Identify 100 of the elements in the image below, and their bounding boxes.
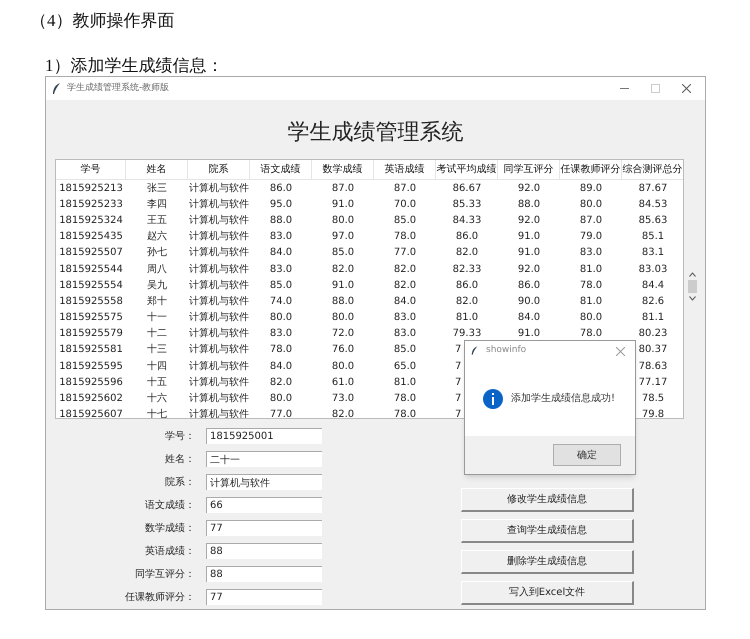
field-label: 姓名： bbox=[164, 452, 195, 466]
column-header[interactable]: 任课教师评分 bbox=[560, 162, 620, 177]
column-header[interactable]: 姓名 bbox=[146, 162, 166, 177]
table-cell-text: 81.0 bbox=[580, 294, 602, 309]
action-button[interactable]: 查询学生成绩信息 bbox=[461, 519, 634, 543]
table-cell-text: 78.0 bbox=[580, 278, 602, 293]
table-cell-text: 王五 bbox=[147, 214, 167, 228]
table-cell-text: 1815925558 bbox=[59, 294, 123, 309]
column-header[interactable]: 同学互评分 bbox=[504, 162, 554, 177]
table-cell-text: 赵六 bbox=[147, 230, 167, 244]
table-cell-text: 7 bbox=[455, 376, 462, 390]
input-field[interactable]: 88 bbox=[206, 543, 322, 559]
table-cell-text: 78.0 bbox=[394, 408, 416, 418]
table-cell-text: 97.0 bbox=[332, 230, 354, 244]
scrollbar-thumb[interactable] bbox=[688, 280, 696, 293]
input-field[interactable]: 66 bbox=[206, 497, 322, 513]
table-cell-text: 77.17 bbox=[638, 376, 668, 390]
maximize-icon[interactable] bbox=[651, 84, 660, 93]
table-cell-text: 计算机与软件 bbox=[189, 294, 249, 309]
input-field[interactable]: 77 bbox=[206, 589, 322, 605]
table-cell-text: 80.0 bbox=[332, 311, 354, 326]
table-cell-text: 十五 bbox=[147, 376, 167, 390]
table-cell-text: 80.0 bbox=[580, 198, 602, 212]
table-cell-text: 91.0 bbox=[518, 327, 540, 342]
table-cell-text: 80.37 bbox=[638, 343, 668, 358]
table-cell-text: 86.0 bbox=[518, 278, 540, 293]
table-cell-text: 计算机与软件 bbox=[189, 392, 249, 406]
table-cell-text: 1815925581 bbox=[59, 343, 123, 358]
field-label: 英语成绩： bbox=[144, 544, 195, 558]
ok-button[interactable]: 确定 bbox=[553, 444, 621, 466]
table-cell-text: 82.0 bbox=[394, 262, 416, 277]
table-cell-text: 1815925435 bbox=[59, 230, 123, 244]
column-header[interactable]: 学号 bbox=[80, 162, 100, 177]
input-field[interactable]: 二十一 bbox=[206, 451, 322, 467]
table-cell-text: 80.0 bbox=[270, 392, 292, 406]
feather-icon bbox=[471, 346, 478, 356]
input-field[interactable]: 1815925001 bbox=[206, 428, 322, 444]
table-cell-text: 82.0 bbox=[270, 376, 292, 390]
column-header[interactable]: 数学成绩 bbox=[322, 162, 362, 177]
table-cell-text: 孙七 bbox=[147, 246, 167, 260]
table-cell-text: 计算机与软件 bbox=[189, 326, 249, 342]
close-icon[interactable] bbox=[682, 84, 691, 93]
table-cell-text: 78.5 bbox=[642, 392, 664, 406]
table-cell-text: 计算机与软件 bbox=[189, 278, 249, 293]
table-cell-text: 1815925595 bbox=[59, 360, 123, 374]
table-cell-text: 80.0 bbox=[580, 311, 602, 326]
table-cell-text: 1815925213 bbox=[59, 182, 123, 196]
scroll-up-icon[interactable] bbox=[688, 272, 696, 277]
table-cell-text: 84.0 bbox=[518, 311, 540, 326]
table-cell-text: 85.33 bbox=[452, 198, 482, 212]
dialog-title: showinfo bbox=[486, 344, 526, 358]
table-cell-text: 85.0 bbox=[394, 214, 416, 228]
table-cell-text: 82.0 bbox=[456, 246, 478, 260]
column-header[interactable]: 英语成绩 bbox=[384, 162, 424, 177]
table-cell-text: 计算机与软件 bbox=[189, 198, 249, 212]
window-title: 学生成绩管理系统-教师版 bbox=[67, 82, 170, 95]
input-field[interactable]: 计算机与软件 bbox=[206, 474, 322, 490]
table-cell-text: 82.0 bbox=[332, 408, 354, 418]
table-cell-text: 吴九 bbox=[147, 278, 167, 293]
column-header[interactable]: 院系 bbox=[208, 162, 228, 177]
table-cell-text: 82.0 bbox=[332, 262, 354, 277]
table-cell-text: 1815925554 bbox=[59, 278, 123, 293]
input-field[interactable]: 77 bbox=[206, 520, 322, 536]
scroll-down-icon[interactable] bbox=[688, 296, 696, 301]
table-cell-text: 84.0 bbox=[270, 360, 292, 374]
table-cell-text: 76.0 bbox=[332, 343, 354, 358]
table-cell-text: 77.0 bbox=[270, 408, 292, 418]
table-cell-text: 88.0 bbox=[332, 294, 354, 309]
column-header[interactable]: 考试平均成绩 bbox=[436, 162, 496, 177]
table-cell-text: 86.0 bbox=[456, 230, 478, 244]
action-button[interactable]: 修改学生成绩信息 bbox=[461, 488, 634, 512]
table-cell-text: 86.0 bbox=[270, 182, 292, 196]
info-icon bbox=[483, 388, 503, 408]
column-header[interactable]: 综合测评总分 bbox=[622, 162, 682, 177]
table-cell-text: 78.0 bbox=[580, 327, 602, 342]
app-heading: 学生成绩管理系统 bbox=[288, 118, 464, 146]
action-button[interactable]: 写入到Excel文件 bbox=[461, 581, 634, 605]
table-cell-text: 计算机与软件 bbox=[189, 310, 249, 326]
field-label: 同学互评分： bbox=[134, 568, 195, 582]
subsection-heading: 1）添加学生成绩信息： bbox=[45, 56, 224, 76]
table-cell-text: 86.0 bbox=[456, 278, 478, 293]
table-cell-text: 78.0 bbox=[394, 392, 416, 406]
table-cell-text: 计算机与软件 bbox=[189, 360, 249, 374]
field-label: 语文成绩： bbox=[144, 498, 195, 512]
table-cell-text: 78.0 bbox=[270, 343, 292, 358]
table-cell-text: 80.0 bbox=[332, 214, 354, 228]
table-cell-text: 1815925507 bbox=[59, 246, 123, 260]
table-cell-text: 计算机与软件 bbox=[189, 182, 249, 196]
table-cell-text: 7 bbox=[455, 360, 462, 374]
input-field[interactable]: 88 bbox=[206, 566, 322, 582]
table-cell-text: 计算机与软件 bbox=[189, 214, 249, 228]
table-cell-text: 92.0 bbox=[518, 214, 540, 228]
table-cell-text: 80.0 bbox=[332, 360, 354, 374]
action-button[interactable]: 删除学生成绩信息 bbox=[461, 550, 634, 574]
table-cell-text: 周八 bbox=[147, 262, 167, 277]
table-cell-text: 83.0 bbox=[270, 230, 292, 244]
table-cell-text: 87.0 bbox=[580, 214, 602, 228]
table-cell-text: 91.0 bbox=[332, 198, 354, 212]
table-cell-text: 计算机与软件 bbox=[189, 342, 249, 358]
column-header[interactable]: 语文成绩 bbox=[260, 162, 300, 177]
